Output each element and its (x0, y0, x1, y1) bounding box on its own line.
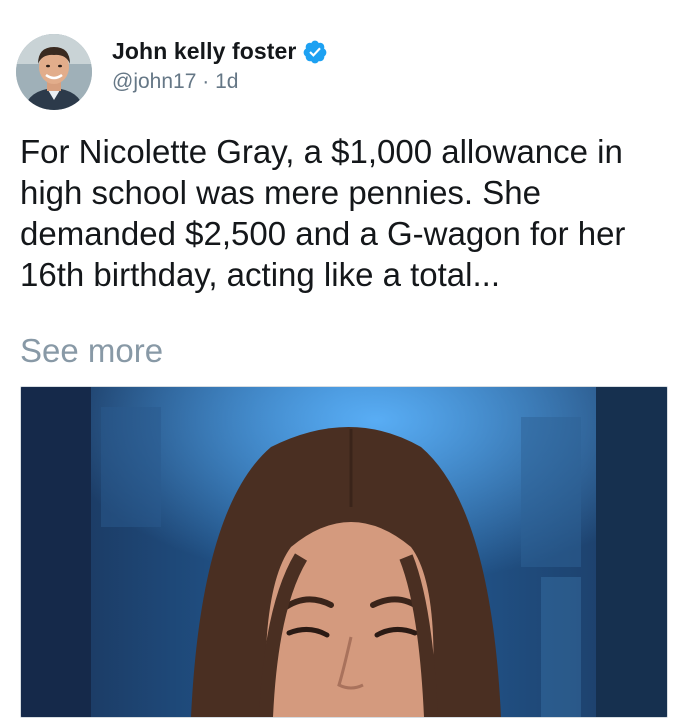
tweet-text: For Nicolette Gray, a $1,000 allowance i… (20, 133, 626, 293)
meta-separator: · (202, 70, 210, 93)
tweet-meta: @john17 · 1d (112, 70, 238, 94)
tweet-card: John kelly foster @john17 · 1d For Nicol… (0, 0, 700, 718)
see-more-link[interactable]: See more (20, 330, 163, 371)
tweet-media-image[interactable] (20, 386, 668, 718)
tweet-timestamp[interactable]: 1d (215, 70, 238, 93)
author-display-name[interactable]: John kelly foster (112, 38, 296, 65)
author-handle[interactable]: @john17 (112, 70, 196, 93)
author-avatar[interactable] (16, 34, 92, 110)
verified-badge-icon (302, 39, 328, 65)
author-name-row: John kelly foster (112, 38, 328, 65)
